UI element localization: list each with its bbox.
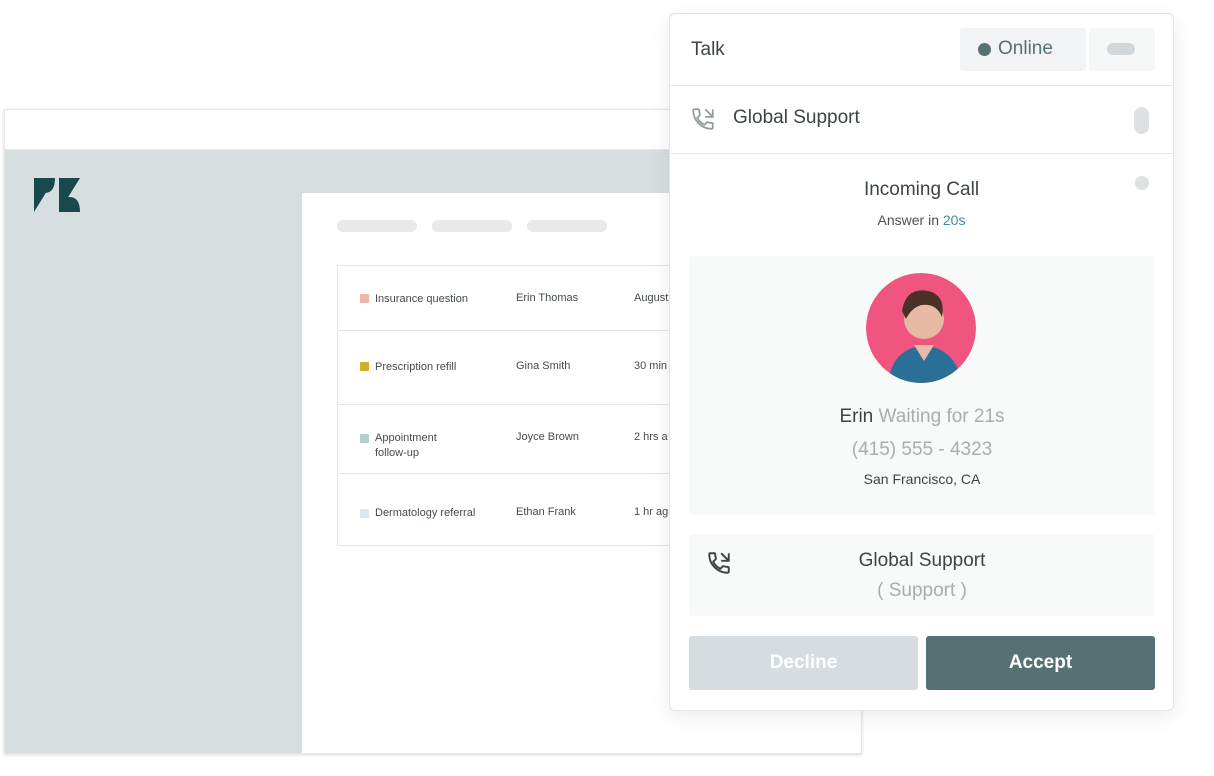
talk-header: Talk Online bbox=[670, 14, 1173, 86]
group-selector[interactable]: Global Support bbox=[670, 86, 1173, 154]
ticket-time: 1 hr ag bbox=[634, 506, 669, 518]
toggle-switch-icon bbox=[1107, 43, 1135, 55]
caller-info: Erin Waiting for 21s bbox=[689, 406, 1155, 428]
phone-incoming-icon bbox=[692, 108, 714, 130]
scrollbar-handle[interactable] bbox=[1134, 107, 1149, 134]
accept-button[interactable]: Accept bbox=[926, 636, 1155, 690]
ticket-subject-line1: Appointment bbox=[375, 432, 437, 444]
queue-card: Global Support ( Support ) bbox=[689, 534, 1155, 616]
zendesk-logo-icon[interactable] bbox=[34, 178, 80, 212]
ticket-requester: Joyce Brown bbox=[516, 431, 579, 443]
skeleton-tab bbox=[432, 220, 512, 232]
ticket-requester: Gina Smith bbox=[516, 360, 571, 372]
group-label: Global Support bbox=[733, 107, 860, 128]
caller-wait-time: Waiting for 21s bbox=[878, 406, 1005, 427]
answer-seconds: 20s bbox=[942, 212, 966, 228]
ticket-requester: Ethan Frank bbox=[516, 506, 576, 518]
caller-phone-number: (415) 555 - 4323 bbox=[851, 439, 993, 460]
ticket-tag bbox=[360, 434, 369, 443]
ticket-tag bbox=[360, 509, 369, 518]
caller-location: San Francisco, CA bbox=[863, 471, 981, 487]
availability-toggle-button[interactable] bbox=[1089, 28, 1155, 71]
ticket-time: 30 min bbox=[634, 360, 668, 372]
caller-name: Erin bbox=[839, 406, 874, 427]
talk-panel: Talk Online Global Support Incoming Call… bbox=[669, 13, 1174, 711]
ticket-tag bbox=[360, 362, 369, 371]
ticket-subject: Prescription refill bbox=[375, 361, 457, 373]
queue-subtitle: ( Support ) bbox=[877, 580, 967, 601]
caller-avatar[interactable] bbox=[866, 273, 976, 383]
skeleton-tab bbox=[527, 220, 607, 232]
decline-button[interactable]: Decline bbox=[689, 636, 918, 690]
answer-prefix: Answer in bbox=[877, 212, 943, 228]
queue-name: Global Support bbox=[858, 550, 986, 571]
ticket-requester: Erin Thomas bbox=[516, 292, 579, 304]
online-status-icon bbox=[978, 43, 991, 56]
caller-card: Erin Waiting for 21s (415) 555 - 4323 Sa… bbox=[689, 256, 1155, 515]
talk-title: Talk bbox=[691, 39, 725, 60]
skeleton-tab bbox=[337, 220, 417, 232]
ticket-subject: Insurance question bbox=[375, 293, 468, 305]
ticket-subject: Dermatology referral bbox=[375, 507, 476, 519]
ticket-time: August bbox=[634, 292, 669, 304]
ticket-tag bbox=[360, 294, 369, 303]
incoming-call-title: Incoming Call bbox=[863, 179, 980, 200]
status-label: Online bbox=[998, 38, 1053, 59]
status-online-button[interactable]: Online bbox=[960, 28, 1086, 71]
ticket-subject-line2: follow-up bbox=[375, 447, 420, 459]
answer-countdown: Answer in 20s bbox=[670, 212, 1173, 228]
ticket-time: 2 hrs a bbox=[634, 431, 668, 443]
